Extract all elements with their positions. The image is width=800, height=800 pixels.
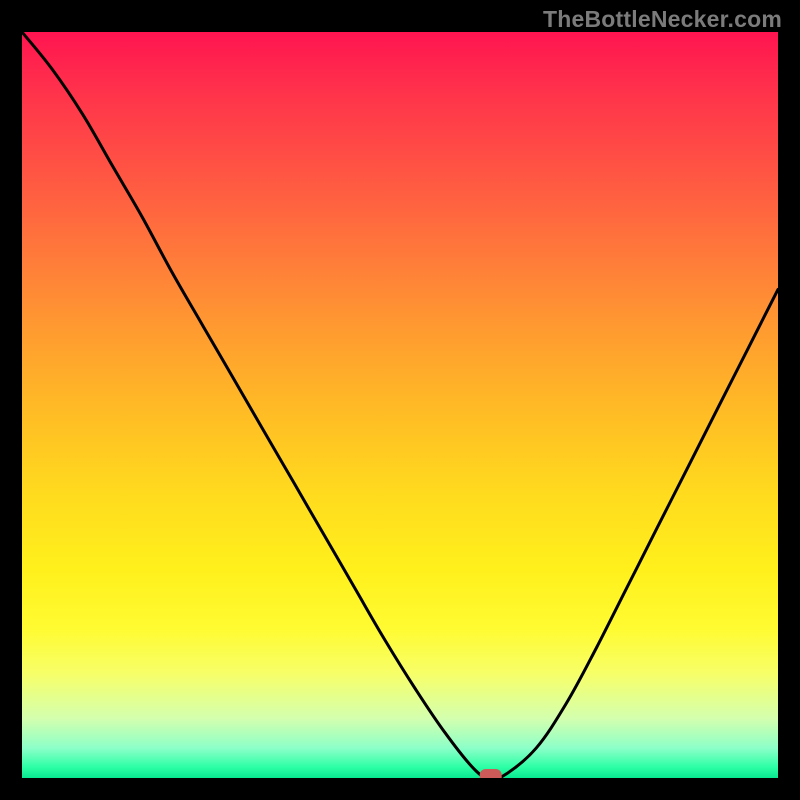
chart-frame: TheBottleNecker.com (0, 0, 800, 800)
chart-plot-area (22, 32, 778, 778)
min-marker (480, 769, 502, 778)
chart-svg (22, 32, 778, 778)
watermark-text: TheBottleNecker.com (543, 6, 782, 33)
bottleneck-curve (22, 32, 778, 778)
